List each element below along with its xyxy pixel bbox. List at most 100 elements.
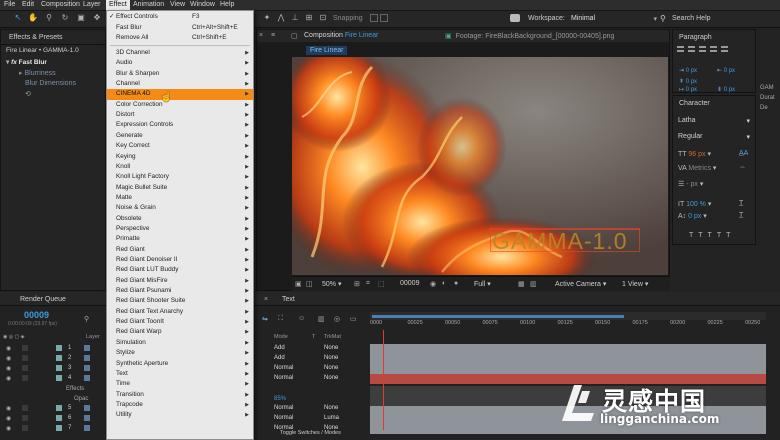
menu-item-time[interactable]: Time ▶ — [107, 379, 253, 389]
menu-item-primatte[interactable]: Primatte ▶ — [107, 234, 253, 244]
menu-item-generate[interactable]: Generate ▶ — [107, 131, 253, 141]
effects-tab[interactable]: Effects & Presets — [9, 32, 63, 43]
menu-item-red-giant-lut-buddy[interactable]: Red Giant LUT Buddy ▶ — [107, 265, 253, 275]
tracking-icon[interactable]: ⇔ — [739, 164, 746, 171]
menu-item-utility[interactable]: Utility ▶ — [107, 410, 253, 420]
time-ruler[interactable]: 0000 00025 00050 00075 00100 00125 00150 00175 0… — [370, 320, 770, 330]
eye-icon[interactable]: ◉ — [6, 375, 11, 382]
label-color-icon[interactable] — [56, 405, 62, 411]
solo-switch[interactable] — [22, 365, 28, 371]
label-color-icon[interactable] — [56, 365, 62, 371]
fx-icon[interactable]: fx — [11, 59, 17, 66]
menu-item-3d-channel[interactable]: 3D Channel ▶ — [107, 48, 253, 58]
label-color-icon[interactable] — [56, 425, 62, 431]
menu-item-noise-grain[interactable]: Noise & Grain ▶ — [107, 203, 253, 213]
horizontal-scale-icon[interactable]: T̲ — [739, 200, 743, 207]
layer-mode[interactable]: Normal — [274, 375, 293, 381]
eye-icon[interactable]: ◉ — [6, 415, 11, 422]
style-select[interactable]: Regular ▾ — [678, 133, 752, 141]
render-queue-tab[interactable]: Render Queue — [20, 294, 66, 305]
eye-icon[interactable]: ◉ — [6, 365, 11, 372]
viewer-timecode[interactable]: 00009 — [400, 280, 419, 287]
solo-switch[interactable] — [22, 425, 28, 431]
align-left-icon[interactable] — [677, 46, 684, 52]
layer-mode[interactable]: Add — [274, 345, 285, 351]
toggle-switches[interactable]: Toggle Switches / Modes — [280, 430, 341, 436]
composition-tab[interactable]: Composition Fire Linear — [304, 32, 378, 39]
tsume-icon[interactable]: T̲ — [739, 212, 743, 219]
comp-mini-flowchart-icon[interactable]: ⇋ — [262, 315, 268, 323]
menu-edit[interactable]: Edit — [22, 1, 34, 8]
text-layer-bounds[interactable] — [490, 228, 640, 252]
menu-item-perspective[interactable]: Perspective ▶ — [107, 224, 253, 234]
stroke-field[interactable]: ☰ - px ▾ — [678, 180, 703, 188]
solo-switch[interactable] — [22, 345, 28, 351]
layer-mode[interactable]: Add — [274, 355, 285, 361]
menu-item-simulation[interactable]: Simulation ▶ — [107, 338, 253, 348]
menu-item-red-giant-toonit[interactable]: Red Giant ToonIt ▶ — [107, 317, 253, 327]
eye-icon[interactable]: ◉ — [6, 345, 11, 352]
menu-item-red-giant-shooter-suite[interactable]: Red Giant Shooter Suite ▶ — [107, 296, 253, 306]
solo-switch[interactable] — [22, 405, 28, 411]
view-axis-icon[interactable]: ⊡ — [318, 13, 328, 23]
menu-item-audio[interactable]: Audio ▶ — [107, 58, 253, 68]
first-line-field[interactable]: ↦ 0 px — [679, 86, 697, 93]
always-preview-icon[interactable]: ▣ — [295, 280, 302, 288]
lock-icon[interactable]: ▢ — [291, 32, 298, 40]
camera-select[interactable]: Active Camera ▾ — [555, 280, 606, 288]
menu-item-red-giant-text-anarchy[interactable]: Red Giant Text Anarchy ▶ — [107, 307, 253, 317]
menu-animation[interactable]: Animation — [133, 1, 164, 8]
layer-mode[interactable]: Normal — [274, 365, 293, 371]
menu-item-cinema-4d[interactable]: CINEMA 4D ▶ — [107, 89, 253, 100]
menu-view[interactable]: View — [170, 1, 185, 8]
menu-item-magic-bullet-suite[interactable]: Magic Bullet Suite ▶ — [107, 183, 253, 193]
camera-tool-icon[interactable]: ▣ — [76, 13, 86, 23]
search-icon[interactable]: ⚲ — [84, 315, 89, 323]
playhead[interactable] — [383, 330, 384, 430]
solo-switch[interactable] — [22, 415, 28, 421]
menu-icon[interactable]: ≡ — [271, 32, 275, 39]
layer-duration-bar[interactable] — [370, 364, 766, 374]
menu-item-red-giant-misfire[interactable]: Red Giant MisFire ▶ — [107, 276, 253, 286]
character-title[interactable]: Character — [679, 98, 710, 109]
views-select[interactable]: 1 View ▾ — [622, 280, 648, 288]
menu-layer[interactable]: Layer — [83, 1, 101, 8]
solo-switch[interactable] — [22, 375, 28, 381]
reset-icon[interactable]: ⟲ — [25, 90, 31, 98]
eye-icon[interactable]: ◉ — [6, 425, 11, 432]
menu-item-matte[interactable]: Matte ▶ — [107, 193, 253, 203]
label-color-icon[interactable] — [56, 355, 62, 361]
vertical-scale-field[interactable]: IT 100 % ▾ — [678, 200, 711, 208]
close-icon[interactable]: × — [264, 296, 268, 303]
show-snapshot-icon[interactable]: ◐ — [442, 280, 446, 287]
composition-viewer[interactable]: GAMMA-1.0 — [292, 57, 668, 275]
current-time[interactable]: 00009 — [24, 310, 49, 320]
layer-mode[interactable]: Normal — [274, 405, 293, 411]
menu-item-knoll[interactable]: Knoll ▶ — [107, 162, 253, 172]
search-help-field[interactable]: Search Help — [672, 15, 711, 22]
menu-item-trapcode[interactable]: Trapcode ▶ — [107, 400, 253, 410]
axis-tool-icon[interactable]: ⊥ — [290, 13, 300, 23]
work-area-bar[interactable] — [372, 315, 624, 318]
font-size-field[interactable]: TT 96 px ▾ — [678, 150, 711, 158]
layer-mode[interactable]: Normal — [274, 415, 293, 421]
eye-icon[interactable]: ◉ — [6, 355, 11, 362]
draft-3d-icon[interactable]: ⛶ — [278, 315, 283, 323]
menu-item-color-correction[interactable]: Color Correction ▶ — [107, 100, 253, 110]
menu-item-remove-all[interactable]: Remove All Ctrl+Shift+E — [107, 33, 253, 43]
snapping-options-icon[interactable] — [370, 14, 378, 22]
eye-icon[interactable]: ◉ — [6, 405, 11, 412]
menu-item-distort[interactable]: Distort ▶ — [107, 110, 253, 120]
menu-item-red-giant-psunami[interactable]: Red Giant Psunami ▶ — [107, 286, 253, 296]
fast-preview-icon[interactable]: ▥ — [530, 280, 537, 288]
frame-blending-icon[interactable]: ▥ — [318, 315, 325, 323]
menu-composition[interactable]: Composition — [41, 1, 80, 8]
zoom-select[interactable]: 50% ▾ — [322, 280, 341, 288]
opacity-value[interactable]: 85% — [274, 396, 286, 402]
motion-blur-icon[interactable]: ◎ — [334, 315, 340, 323]
snapshot-icon[interactable]: ◉ — [430, 280, 436, 288]
prop-blur-dimensions[interactable]: Blur Dimensions — [25, 80, 76, 87]
puppet-tool-icon[interactable]: ✦ — [262, 13, 272, 23]
menu-item-channel[interactable]: Channel ▶ — [107, 79, 253, 89]
indent-right-field[interactable]: ⇤ 0 px — [717, 67, 735, 74]
